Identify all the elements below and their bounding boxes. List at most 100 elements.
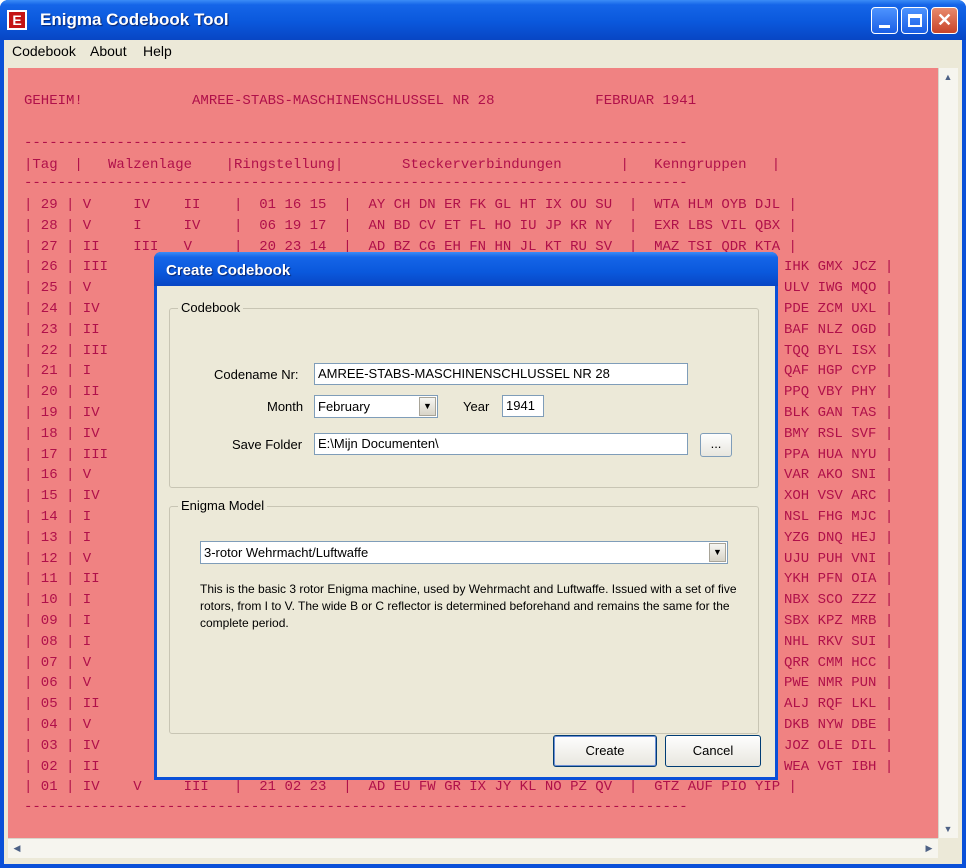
- enigma-model-select[interactable]: 3-rotor Wehrmacht/Luftwaffe ▼: [200, 541, 728, 564]
- document-row: | 21 | I: [24, 363, 92, 380]
- kenngruppen-cell: JOZ OLE DIL |: [784, 737, 894, 754]
- kenngruppen-cell: PDE ZCM UXL |: [784, 301, 894, 317]
- maximize-icon: [908, 14, 922, 27]
- enigma-model-group-label: Enigma Model: [178, 498, 268, 513]
- scroll-down-icon[interactable]: ▼: [939, 820, 957, 838]
- document-row: | 11 | II: [24, 571, 100, 588]
- enigma-model-description: This is the basic 3 rotor Enigma machine…: [200, 582, 737, 630]
- maximize-button[interactable]: [901, 7, 928, 34]
- document-row: | 09 | I: [24, 613, 92, 629]
- document-row: | 29 | V IV II | 01 16 15 | AY CH DN ER …: [24, 197, 797, 213]
- document-header-line: |Tag | Walzenlage |Ringstellung| Stecker…: [24, 157, 781, 173]
- save-folder-input[interactable]: E:\Mijn Documenten\: [314, 433, 688, 455]
- document-row: | 10 | I: [24, 592, 92, 609]
- close-button[interactable]: ✕: [931, 7, 958, 34]
- kenngruppen-cell: PPQ VBY PHY |: [784, 384, 894, 401]
- scroll-left-icon[interactable]: ◀: [8, 839, 26, 857]
- kenngruppen-cell: QAF HGP CYP |: [784, 363, 894, 380]
- codename-input[interactable]: AMREE-STABS-MASCHINENSCHLUSSEL NR 28: [314, 363, 688, 385]
- document-row: | 19 | IV: [24, 405, 100, 421]
- document-row: ----------------------------------------…: [24, 799, 688, 815]
- document-row: | 12 | V: [24, 550, 92, 567]
- kenngruppen-cell: ULV IWG MQO |: [784, 280, 894, 297]
- kenngruppen-cell: SBX KPZ MRB |: [784, 613, 894, 629]
- enigma-model-value: 3-rotor Wehrmacht/Luftwaffe: [204, 545, 369, 560]
- close-icon: ✕: [936, 10, 953, 30]
- document-row: | 24 | IV: [24, 301, 100, 317]
- document-row: | 03 | IV: [24, 737, 100, 754]
- create-codebook-dialog: Create Codebook Codebook Codename Nr: AM…: [154, 252, 778, 780]
- chevron-down-icon[interactable]: ▼: [709, 543, 726, 562]
- document-row: | 26 | III: [24, 259, 109, 276]
- enigma-model-group: Enigma Model 3-rotor Wehrmacht/Luftwaffe…: [169, 498, 759, 734]
- document-row: | 18 | IV: [24, 425, 100, 442]
- kenngruppen-cell: ALJ RQF LKL |: [784, 696, 894, 713]
- minimize-button[interactable]: [871, 7, 898, 34]
- document-row: | 05 | II: [24, 696, 100, 713]
- scroll-right-icon[interactable]: ▶: [920, 839, 938, 857]
- menu-codebook[interactable]: Codebook: [12, 43, 76, 59]
- codebook-group: Codebook Codename Nr: AMREE-STABS-MASCHI…: [169, 300, 759, 488]
- document-row: | 15 | IV: [24, 488, 100, 505]
- kenngruppen-cell: BLK GAN TAS |: [784, 405, 894, 421]
- chevron-down-icon[interactable]: ▼: [419, 397, 436, 416]
- window-title: Enigma Codebook Tool: [40, 10, 229, 29]
- minimize-icon: [879, 25, 890, 28]
- title-bar[interactable]: E Enigma Codebook Tool ✕: [0, 0, 966, 40]
- kenngruppen-cell: BAF NLZ OGD |: [784, 321, 894, 338]
- year-input[interactable]: 1941: [502, 395, 544, 417]
- cancel-button[interactable]: Cancel: [665, 735, 761, 767]
- menu-help[interactable]: Help: [143, 43, 172, 59]
- codebook-group-label: Codebook: [178, 300, 244, 315]
- document-header-line: ----------------------------------------…: [24, 135, 688, 151]
- year-label: Year: [463, 399, 490, 414]
- document-header-line: ----------------------------------------…: [24, 175, 688, 191]
- dialog-title-bar[interactable]: Create Codebook: [154, 252, 778, 286]
- document-row: | 25 | V: [24, 280, 92, 297]
- kenngruppen-cell: PPA HUA NYU |: [784, 446, 894, 463]
- horizontal-scrollbar[interactable]: ◀ ▶: [8, 838, 938, 858]
- document-row: | 13 | I: [24, 529, 92, 546]
- kenngruppen-cell: IHK GMX JCZ |: [784, 259, 894, 276]
- kenngruppen-cell: NSL FHG MJC |: [784, 509, 894, 525]
- document-row: | 04 | V: [24, 717, 92, 733]
- document-row: | 06 | V: [24, 675, 92, 692]
- document-row: | 01 | IV V III | 21 02 23 | AD EU FW GR…: [24, 779, 797, 796]
- document-row: | 22 | III: [24, 342, 109, 359]
- kenngruppen-cell: XOH VSV ARC |: [784, 488, 894, 505]
- codename-label: Codename Nr:: [214, 367, 299, 382]
- menu-bar: Codebook About Help: [4, 40, 962, 64]
- menu-about[interactable]: About: [90, 43, 127, 59]
- kenngruppen-cell: UJU PUH VNI |: [784, 550, 894, 567]
- kenngruppen-cell: NBX SCO ZZZ |: [784, 592, 894, 609]
- scroll-up-icon[interactable]: ▲: [939, 68, 957, 86]
- kenngruppen-cell: BMY RSL SVF |: [784, 425, 894, 442]
- document-row: | 20 | II: [24, 384, 100, 401]
- kenngruppen-cell: YZG DNQ HEJ |: [784, 529, 894, 546]
- dialog-title: Create Codebook: [166, 262, 291, 279]
- document-row: | 07 | V: [24, 654, 92, 671]
- kenngruppen-cell: YKH PFN OIA |: [784, 571, 894, 588]
- document-row: | 28 | V I IV | 06 19 17 | AN BD CV ET F…: [24, 217, 797, 234]
- document-row: | 08 | I: [24, 633, 92, 650]
- kenngruppen-cell: WEA VGT IBH |: [784, 758, 894, 775]
- document-row: | 17 | III: [24, 446, 109, 463]
- browse-folder-button[interactable]: ...: [700, 433, 732, 457]
- kenngruppen-cell: VAR AKO SNI |: [784, 467, 894, 484]
- document-row: | 23 | II: [24, 321, 100, 338]
- month-value: February: [318, 399, 371, 414]
- kenngruppen-cell: QRR CMM HCC |: [784, 654, 894, 671]
- vertical-scrollbar[interactable]: ▲ ▼: [938, 68, 958, 838]
- month-select[interactable]: February ▼: [314, 395, 438, 418]
- enigma-app-icon: E: [7, 10, 27, 30]
- document-row: | 02 | II: [24, 758, 100, 775]
- document-row: | 16 | V: [24, 467, 92, 484]
- month-label: Month: [267, 399, 304, 414]
- dialog-body: Codebook Codename Nr: AMREE-STABS-MASCHI…: [157, 286, 775, 777]
- kenngruppen-cell: NHL RKV SUI |: [784, 633, 894, 650]
- create-button[interactable]: Create: [553, 735, 657, 767]
- kenngruppen-cell: DKB NYW DBE |: [784, 717, 894, 733]
- document-row: | 14 | I: [24, 509, 92, 525]
- save-folder-label: Save Folder: [232, 437, 303, 452]
- document-header-line: GEHEIM! AMREE-STABS-MASCHINENSCHLUSSEL N…: [24, 93, 697, 109]
